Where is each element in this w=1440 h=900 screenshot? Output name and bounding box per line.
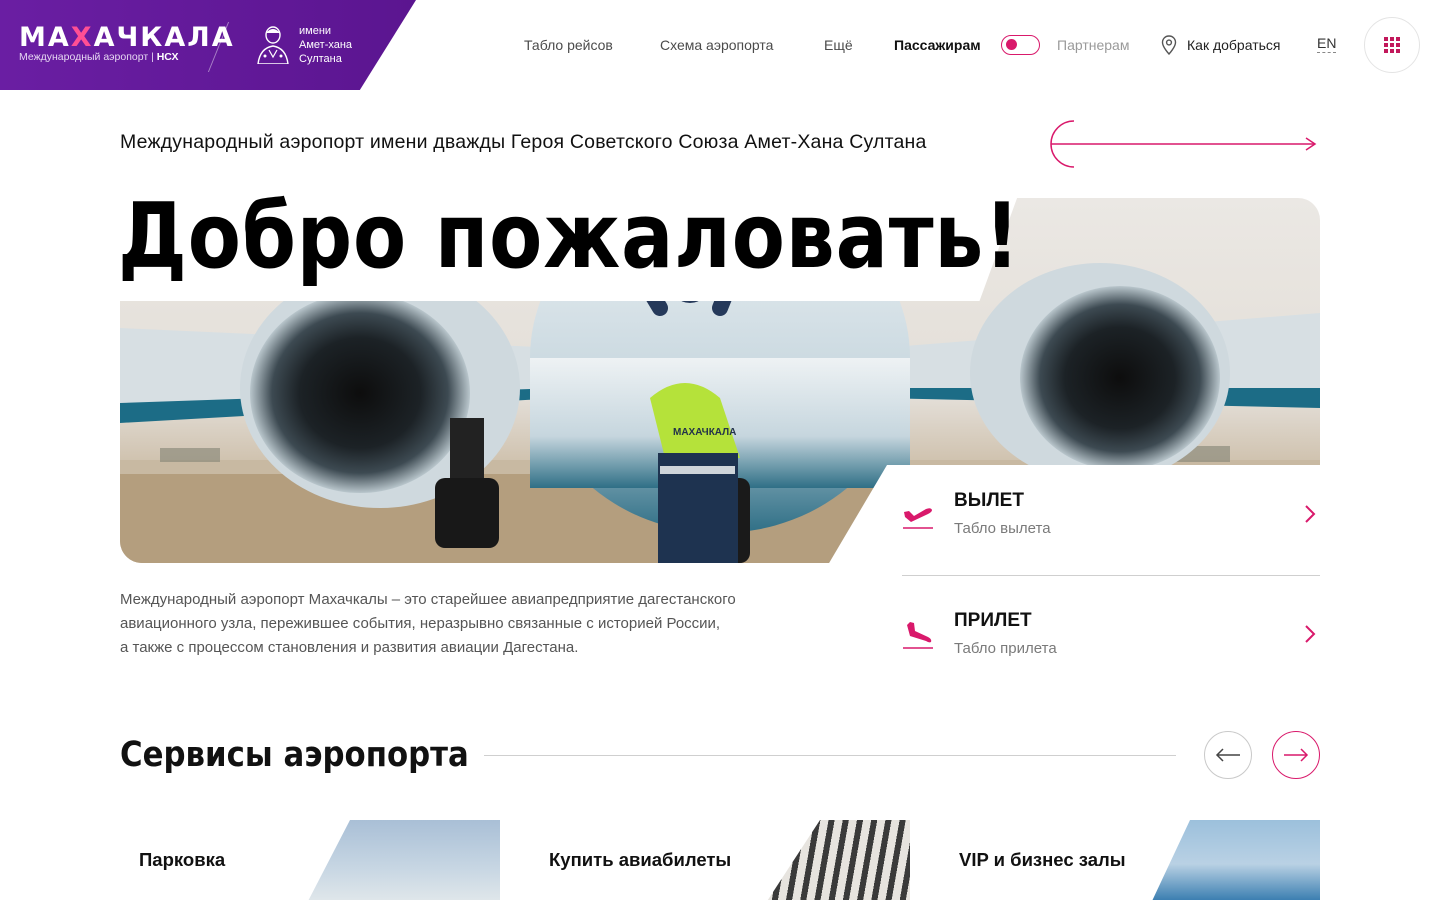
arrival-plane-icon bbox=[903, 622, 933, 649]
honor-name: имени Амет-хана Султана bbox=[299, 25, 353, 65]
language-switch[interactable]: EN bbox=[1317, 35, 1337, 53]
nav-more[interactable]: Ещё bbox=[824, 37, 853, 53]
arrival-board-link[interactable]: ПРИЛЕТ Табло прилета bbox=[902, 586, 1320, 696]
portrait-icon bbox=[257, 26, 289, 64]
nav-partners[interactable]: Партнерам bbox=[1057, 37, 1129, 53]
logo-title: МАХАЧКАЛА bbox=[19, 22, 235, 53]
departure-plane-icon bbox=[903, 508, 933, 529]
nav-directions[interactable]: Как добраться bbox=[1187, 37, 1280, 53]
arrival-subtitle: Табло прилета bbox=[954, 640, 1057, 657]
service-card-tickets[interactable]: Купить авиабилеты bbox=[530, 820, 910, 900]
toggle-knob bbox=[1006, 39, 1017, 50]
arrow-left-icon bbox=[1215, 748, 1240, 762]
arrival-title: ПРИЛЕТ bbox=[954, 610, 1032, 631]
hero-title: Добро пожаловать! bbox=[118, 184, 1021, 289]
carousel-next-button[interactable] bbox=[1272, 731, 1320, 779]
vest-text: МАХАЧКАЛА bbox=[673, 427, 736, 438]
service-card-vip[interactable]: VIP и бизнес залы bbox=[940, 820, 1320, 900]
grid-icon bbox=[1384, 37, 1400, 53]
service-label: Купить авиабилеты bbox=[549, 849, 732, 870]
nav-flight-board[interactable]: Табло рейсов bbox=[524, 37, 613, 53]
chevron-right-icon bbox=[1305, 505, 1316, 523]
services-title: Сервисы аэропорта bbox=[120, 735, 469, 775]
nav-passengers[interactable]: Пассажирам bbox=[894, 37, 981, 53]
carousel-prev-button[interactable] bbox=[1204, 731, 1252, 779]
logo-subtitle: Международный аэропорт | НСХ bbox=[19, 51, 179, 63]
service-card-parking[interactable]: Парковка bbox=[120, 820, 500, 900]
chevron-right-icon bbox=[1305, 625, 1316, 643]
departure-board-link[interactable]: ВЫЛЕТ Табло вылета bbox=[902, 466, 1320, 576]
long-arrow-icon[interactable] bbox=[1028, 118, 1320, 170]
location-pin-icon bbox=[1161, 35, 1177, 55]
hero-subtitle: Международный аэропорт имени дважды Геро… bbox=[120, 131, 927, 153]
services-divider bbox=[484, 755, 1176, 756]
apps-menu-button[interactable] bbox=[1364, 17, 1420, 73]
arrow-right-icon bbox=[1284, 748, 1309, 762]
brand-logo: НСХ bbox=[156, 51, 179, 63]
nav-airport-map[interactable]: Схема аэропорта bbox=[660, 37, 773, 53]
service-label: VIP и бизнес залы bbox=[959, 849, 1126, 870]
hero-description: Международный аэропорт Махачкалы – это с… bbox=[120, 591, 736, 656]
audience-toggle[interactable] bbox=[1001, 35, 1040, 55]
service-label: Парковка bbox=[139, 849, 226, 870]
departure-title: ВЫЛЕТ bbox=[954, 490, 1024, 511]
header-logo-block[interactable]: МАХАЧКАЛА Международный аэропорт | НСХ и… bbox=[0, 0, 416, 90]
departure-subtitle: Табло вылета bbox=[954, 520, 1051, 537]
